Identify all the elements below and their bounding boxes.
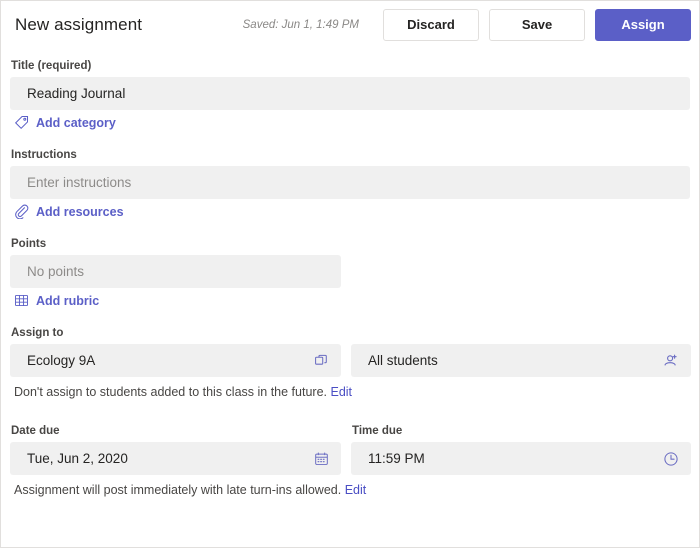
add-rubric-button[interactable]: Add rubric	[14, 293, 99, 308]
paperclip-icon	[14, 204, 29, 219]
points-section: Points No points Add rubric	[10, 237, 690, 313]
instructions-input[interactable]: Enter instructions	[10, 166, 690, 199]
new-assignment-page: New assignment Saved: Jun 1, 1:49 PM Dis…	[0, 0, 700, 548]
assign-to-class-col: Ecology 9A	[10, 344, 341, 377]
title-section: Title (required) Reading Journal Add cat…	[10, 59, 690, 135]
assign-to-class-input[interactable]: Ecology 9A	[10, 344, 341, 377]
time-due-label: Time due	[352, 425, 403, 437]
assign-to-section: Assign to Ecology 9A All students Don't …	[10, 326, 691, 400]
assign-to-row: Ecology 9A All students	[10, 344, 691, 377]
time-due-label-col: Time due	[351, 424, 691, 442]
page-header: New assignment Saved: Jun 1, 1:49 PM Dis…	[1, 1, 699, 48]
post-notice-label: Assignment will post immediately with la…	[14, 483, 342, 497]
instructions-label: Instructions	[11, 149, 77, 161]
grid-icon	[14, 293, 29, 308]
add-category-button[interactable]: Add category	[14, 115, 116, 130]
assign-to-students-col: All students	[351, 344, 691, 377]
assign-button[interactable]: Assign	[595, 8, 691, 41]
add-resources-button[interactable]: Add resources	[14, 204, 124, 219]
date-due-label: Date due	[11, 425, 60, 437]
discard-button[interactable]: Discard	[383, 8, 479, 41]
time-due-input[interactable]: 11:59 PM	[351, 442, 691, 475]
assign-to-class-value: Ecology 9A	[27, 353, 96, 368]
date-due-input[interactable]: Tue, Jun 2, 2020	[10, 442, 341, 475]
add-rubric-label: Add rubric	[36, 293, 100, 308]
title-label: Title (required)	[11, 60, 92, 72]
time-due-col: 11:59 PM	[351, 442, 691, 475]
add-resources-label: Add resources	[36, 204, 124, 219]
duplicate-icon[interactable]	[314, 353, 329, 368]
assign-to-helper-text: Don't assign to students added to this c…	[14, 384, 690, 400]
post-notice-edit-link[interactable]: Edit	[345, 483, 367, 497]
assign-to-label: Assign to	[11, 327, 64, 339]
saved-status: Saved: Jun 1, 1:49 PM	[242, 18, 359, 31]
post-notice-text: Assignment will post immediately with la…	[14, 482, 690, 498]
clock-icon[interactable]	[663, 451, 679, 467]
assignment-form: Title (required) Reading Journal Add cat…	[1, 48, 699, 547]
add-category-label: Add category	[36, 115, 116, 130]
due-section: Date due Time due Tue, Jun 2, 2020 11:59…	[10, 424, 691, 498]
title-input[interactable]: Reading Journal	[10, 77, 690, 110]
due-labels-row: Date due Time due	[10, 424, 690, 442]
points-input[interactable]: No points	[10, 255, 341, 288]
date-due-col: Tue, Jun 2, 2020	[10, 442, 341, 475]
person-add-icon[interactable]	[663, 353, 679, 369]
assign-to-edit-link[interactable]: Edit	[330, 385, 352, 399]
assign-to-helper-label: Don't assign to students added to this c…	[14, 385, 327, 399]
instructions-section: Instructions Enter instructions Add reso…	[10, 148, 690, 224]
assign-to-students-value: All students	[368, 353, 438, 368]
calendar-icon[interactable]	[314, 451, 329, 466]
tag-icon	[14, 115, 29, 130]
due-inputs-row: Tue, Jun 2, 2020 11:59 PM	[10, 442, 691, 475]
points-label: Points	[11, 238, 47, 250]
save-button[interactable]: Save	[489, 8, 585, 41]
time-due-value: 11:59 PM	[368, 451, 425, 466]
assign-to-students-input[interactable]: All students	[351, 344, 691, 377]
page-title: New assignment	[15, 14, 143, 34]
date-due-label-col: Date due	[10, 424, 341, 442]
date-due-value: Tue, Jun 2, 2020	[27, 451, 128, 466]
